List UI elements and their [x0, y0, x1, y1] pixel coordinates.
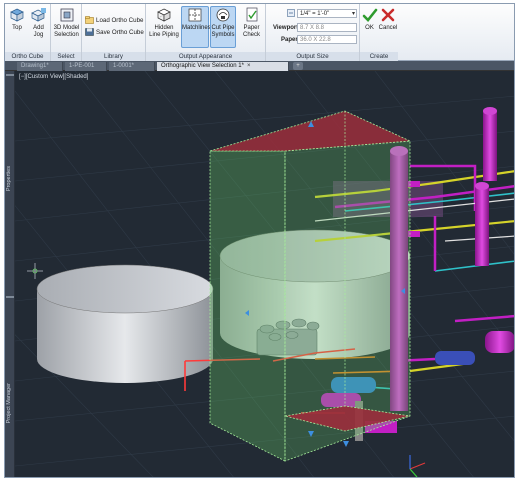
paper-check-icon — [244, 7, 260, 23]
viewport-size-field[interactable]: 8.7 X 8.8 — [297, 23, 357, 32]
panel-title-output-appearance: Output Appearance — [146, 52, 265, 61]
panel-title-output-size: Output Size — [266, 52, 359, 61]
new-tab-button[interactable]: + — [293, 62, 303, 70]
tab-drawing1[interactable]: Drawing1* — [17, 62, 63, 71]
model-selection-label: 3D Model Selection — [53, 25, 80, 38]
load-ortho-cube-label: Load Ortho Cube — [96, 17, 144, 24]
ok-button[interactable]: OK — [361, 7, 378, 32]
viewport-controls-label[interactable]: [−][Custom View][Shaded] — [19, 74, 88, 80]
pivot-marker — [27, 263, 43, 279]
palette-grip-lower[interactable] — [6, 296, 14, 298]
panel-output-appearance: Hidden Line Piping Matchlines Cut Pipe S… — [146, 4, 266, 61]
document-tabs: Drawing1* 1-PE-001 1-0001* Orthographic … — [5, 61, 514, 71]
save-icon — [85, 28, 94, 37]
top-button[interactable]: Top — [7, 7, 27, 32]
application-window: Top Add Jog Ortho Cube 3D Model Selectio… — [4, 3, 515, 478]
add-jog-button[interactable]: Add Jog — [28, 7, 49, 39]
add-jog-icon — [30, 7, 47, 23]
palette-grip[interactable] — [6, 74, 14, 76]
tab-1-pe-001[interactable]: 1-PE-001 — [65, 62, 107, 71]
model-viewport[interactable]: [−][Custom View][Shaded] — [15, 71, 514, 477]
ucs-icon — [409, 455, 426, 477]
panel-output-size: 1/4" = 1'-0" Viewport: 8.7 X 8.8 Paper: … — [266, 4, 360, 61]
panel-create: OK Cancel Create — [360, 4, 398, 61]
properties-palette-tab[interactable]: Properties — [6, 166, 12, 191]
matchlines-label: Matchlines — [182, 25, 211, 31]
cancel-button[interactable]: Cancel — [378, 7, 398, 32]
panel-library: Load Ortho Cube Save Ortho Cube Library — [82, 4, 146, 61]
panel-select: 3D Model Selection Select — [51, 4, 82, 61]
cut-pipe-icon — [215, 7, 231, 23]
tab-1-0001[interactable]: 1-0001* — [109, 62, 155, 71]
add-jog-label: Add Jog — [33, 25, 44, 38]
hidden-line-icon — [156, 7, 172, 23]
cancel-x-icon — [380, 7, 396, 23]
scale-icon — [287, 9, 295, 17]
tab-orthographic-view-selection[interactable]: Orthographic View Selection 1* × — [157, 62, 289, 71]
panel-title-select: Select — [51, 52, 81, 61]
panel-title-create: Create — [360, 52, 398, 61]
panel-title-ortho-cube: Ortho Cube — [5, 52, 50, 61]
top-label: Top — [12, 25, 22, 31]
paper-size-field[interactable]: 36.0 X 22.8 — [297, 35, 357, 44]
save-ortho-cube-button[interactable]: Save Ortho Cube — [85, 28, 144, 37]
cube-top-icon — [9, 7, 25, 23]
model-selection-button[interactable]: 3D Model Selection — [53, 7, 80, 39]
matchlines-icon — [187, 7, 203, 23]
ok-label: OK — [365, 25, 374, 31]
model-selection-icon — [59, 7, 75, 23]
shaded-3d-scene — [15, 71, 514, 477]
ribbon: Top Add Jog Ortho Cube 3D Model Selectio… — [5, 4, 514, 61]
ok-check-icon — [362, 7, 378, 23]
storage-tank-left[interactable] — [36, 264, 214, 383]
cancel-label: Cancel — [378, 25, 398, 31]
save-ortho-cube-label: Save Ortho Cube — [96, 29, 144, 36]
scale-dropdown[interactable]: 1/4" = 1'-0" — [297, 9, 357, 18]
tab-orthographic-label: Orthographic View Selection 1* — [161, 63, 244, 69]
ortho-cube-selection-box[interactable] — [209, 110, 412, 462]
panel-title-library: Library — [82, 52, 145, 61]
project-manager-palette-tab[interactable]: Project Manager — [6, 383, 12, 423]
paper-check-button[interactable]: Paper Check — [238, 7, 265, 39]
side-palette-bar: Properties Project Manager — [5, 71, 15, 477]
cut-pipe-symbols-label: Cut Pipe Symbols — [211, 25, 235, 38]
hidden-line-piping-button[interactable]: Hidden Line Piping — [148, 7, 180, 39]
load-icon — [85, 16, 94, 25]
hidden-line-piping-label: Hidden Line Piping — [149, 25, 179, 38]
matchlines-button[interactable]: Matchlines — [181, 6, 211, 48]
paper-check-label: Paper Check — [242, 25, 260, 38]
cut-pipe-symbols-button[interactable]: Cut Pipe Symbols — [210, 6, 236, 48]
panel-ortho-cube: Top Add Jog Ortho Cube — [5, 4, 51, 61]
tab-close-icon[interactable]: × — [247, 63, 251, 69]
load-ortho-cube-button[interactable]: Load Ortho Cube — [85, 16, 143, 25]
